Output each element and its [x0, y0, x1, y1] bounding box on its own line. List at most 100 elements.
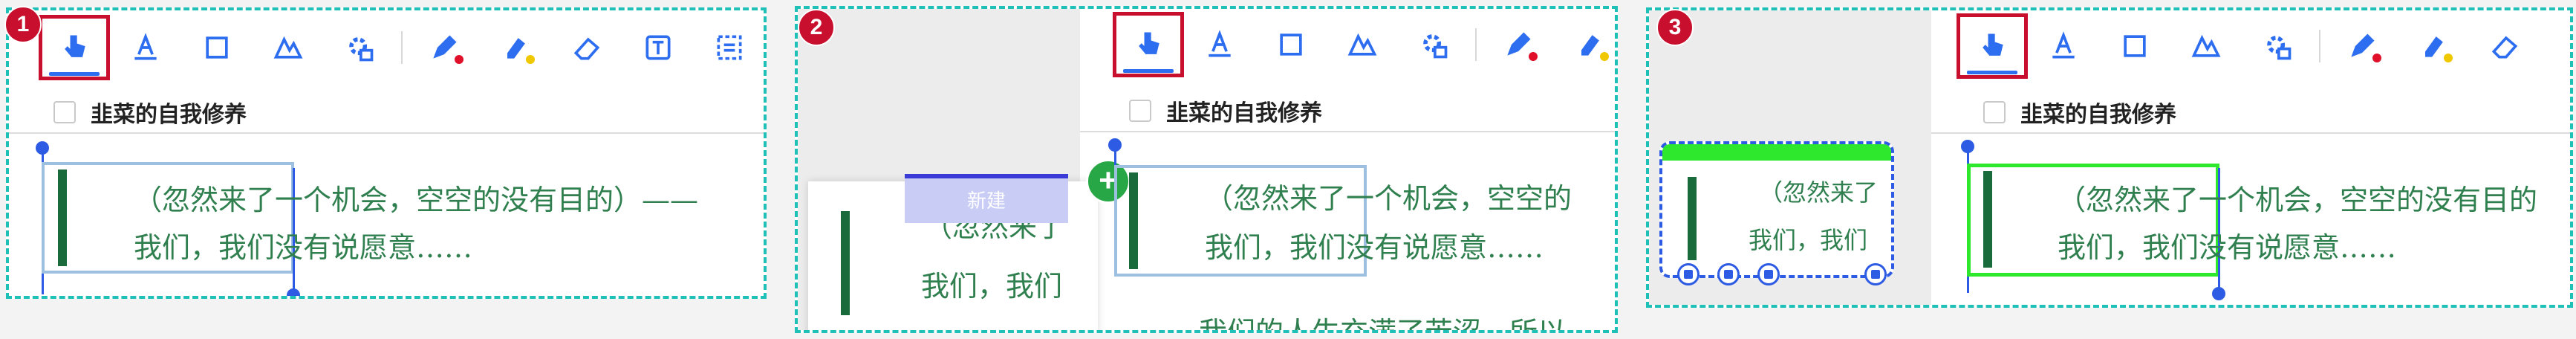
toolbar-divider: [1475, 28, 1477, 61]
step-panel-2: 韭菜的自我修养 （忽然来了 我们，我们 新建 + （忽然来了一个机会，空空的 我…: [795, 6, 1618, 333]
pointer-tool-button[interactable]: [1957, 13, 2028, 79]
highlighter-color-dot: [526, 55, 535, 64]
rectangle-icon: [1280, 33, 1302, 56]
selection-handle-top[interactable]: [1961, 140, 1974, 153]
shape-tool-button[interactable]: [2170, 13, 2242, 79]
rectangle-tool-button[interactable]: [2099, 13, 2170, 79]
pen-color-dot: [455, 55, 464, 64]
highlighter-tool-button[interactable]: [480, 15, 551, 80]
gear-icon: [1423, 34, 1448, 59]
tab-checkbox[interactable]: [1129, 100, 1151, 122]
shape-icon: [1347, 33, 1377, 56]
doc-line-1: （忽然来了一个机会，空空的没有目的: [2058, 184, 2538, 216]
pointer-tool-button[interactable]: [1113, 12, 1184, 77]
mini-card-header: [1662, 144, 1891, 161]
text-box-icon: [645, 35, 671, 60]
toolbar: [1957, 13, 2540, 79]
toolbar: [39, 15, 764, 80]
pen-tool-button[interactable]: [2326, 13, 2398, 79]
doc-line-1: （忽然来了一个机会，空空的没有目的）——: [134, 184, 699, 216]
card-block-marker: [841, 211, 850, 315]
gear-icon: [349, 37, 374, 62]
text-box-tool-button[interactable]: [622, 15, 694, 80]
pen-color-dot: [1529, 52, 1538, 61]
block-marker: [1983, 171, 1992, 268]
selection-handle-top[interactable]: [1108, 138, 1122, 152]
resize-icon[interactable]: [1864, 263, 1887, 285]
tab-checkbox[interactable]: [53, 101, 76, 123]
highlighter-color-dot: [1600, 52, 1609, 61]
pointer-icon: [65, 35, 85, 57]
doc-line-1: （忽然来了一个机会，空空的: [1205, 182, 1572, 215]
mini-block-marker: [1688, 177, 1697, 260]
step-panel-1: 韭菜的自我修养 （忽然来了一个机会，空空的没有目的）—— 我们，我们没有说愿意……: [6, 7, 767, 299]
pointer-tool-button[interactable]: [39, 15, 110, 80]
toolbar-divider: [2319, 30, 2320, 62]
tab-checkbox[interactable]: [1983, 101, 2006, 123]
block-marker: [1129, 172, 1138, 269]
step-number-1: 1: [4, 6, 42, 43]
block-marker: [58, 170, 67, 266]
link-icon[interactable]: [1717, 263, 1740, 285]
highlighter-color-dot: [2444, 54, 2453, 62]
text-color-icon: [2052, 31, 2075, 59]
doc-line-2: 我们，我们没有说愿意……: [1205, 231, 1544, 264]
step-panel-3: 韭菜的自我修养 （忽然来了 我们，我们 （忽然来了一个机会，空空的没有目的 我们…: [1646, 7, 2573, 308]
shape-icon: [2191, 34, 2221, 57]
mini-line-1: （忽然来了: [1759, 178, 1879, 207]
rectangle-tool-button[interactable]: [1255, 12, 1327, 77]
rectangle-icon: [206, 36, 228, 59]
text-color-tool-button[interactable]: [2028, 13, 2099, 79]
settings-tool-button[interactable]: [324, 15, 395, 80]
tab-divider: [1931, 132, 2570, 134]
document-tab[interactable]: 韭菜的自我修养: [1129, 89, 1322, 132]
tab-title: 韭菜的自我修养: [1166, 101, 1322, 126]
card-line-2: 我们，我们: [921, 270, 1063, 303]
tab-title: 韭菜的自我修养: [2020, 103, 2176, 127]
gear-icon: [2267, 36, 2292, 60]
selection-handle-bottom[interactable]: [2212, 287, 2225, 300]
doc-line-3: 我们的人生充满了苦涩，所以: [1199, 316, 1567, 333]
shape-tool-button[interactable]: [253, 15, 324, 80]
tab-divider: [9, 132, 764, 134]
pointer-icon: [1983, 33, 2003, 56]
text-color-tool-button[interactable]: [1184, 12, 1255, 77]
text-color-icon: [1209, 30, 1231, 57]
highlighter-tool-button[interactable]: [2398, 13, 2469, 79]
eraser-tool-button[interactable]: [2469, 13, 2540, 79]
toolbar-divider: [401, 31, 403, 64]
highlighter-tool-button[interactable]: [1554, 12, 1615, 77]
tab-title: 韭菜的自我修养: [91, 103, 247, 127]
step-number-2: 2: [798, 9, 835, 46]
pen-tool-button[interactable]: [1483, 12, 1554, 77]
eraser-tool-button[interactable]: [551, 15, 622, 80]
document-tab[interactable]: 韭菜的自我修养: [53, 91, 247, 134]
shape-icon: [273, 36, 303, 59]
selection-handle-top[interactable]: [36, 141, 49, 155]
rectangle-tool-button[interactable]: [181, 15, 253, 80]
text-color-tool-button[interactable]: [110, 15, 181, 80]
shape-tool-button[interactable]: [1327, 12, 1398, 77]
mini-line-2: 我们，我们: [1749, 226, 1868, 254]
block-mini-card[interactable]: （忽然来了 我们，我们: [1659, 141, 1894, 285]
comment-icon[interactable]: [1677, 263, 1700, 285]
eraser-icon: [573, 37, 600, 60]
step-number-3: 3: [1656, 9, 1694, 46]
document-tab[interactable]: 韭菜的自我修养: [1983, 91, 2176, 134]
settings-tool-button[interactable]: [2242, 13, 2313, 79]
list-icon: [717, 35, 742, 60]
pen-color-dot: [2372, 54, 2381, 62]
doc-line-2: 我们，我们没有说愿意……: [134, 231, 473, 264]
eraser-icon: [2491, 36, 2518, 59]
list-tool-button[interactable]: [694, 15, 764, 80]
text-color-icon: [134, 33, 157, 60]
share-icon[interactable]: [1757, 263, 1780, 285]
pen-tool-button[interactable]: [409, 15, 480, 80]
toolbar: [1113, 12, 1615, 77]
tab-divider: [1080, 131, 1615, 132]
new-label: 新建: [905, 174, 1068, 223]
selection-handle-bottom[interactable]: [287, 288, 300, 296]
doc-line-2: 我们，我们没有说愿意……: [2058, 231, 2397, 264]
rectangle-icon: [2124, 35, 2146, 57]
settings-tool-button[interactable]: [1398, 12, 1469, 77]
